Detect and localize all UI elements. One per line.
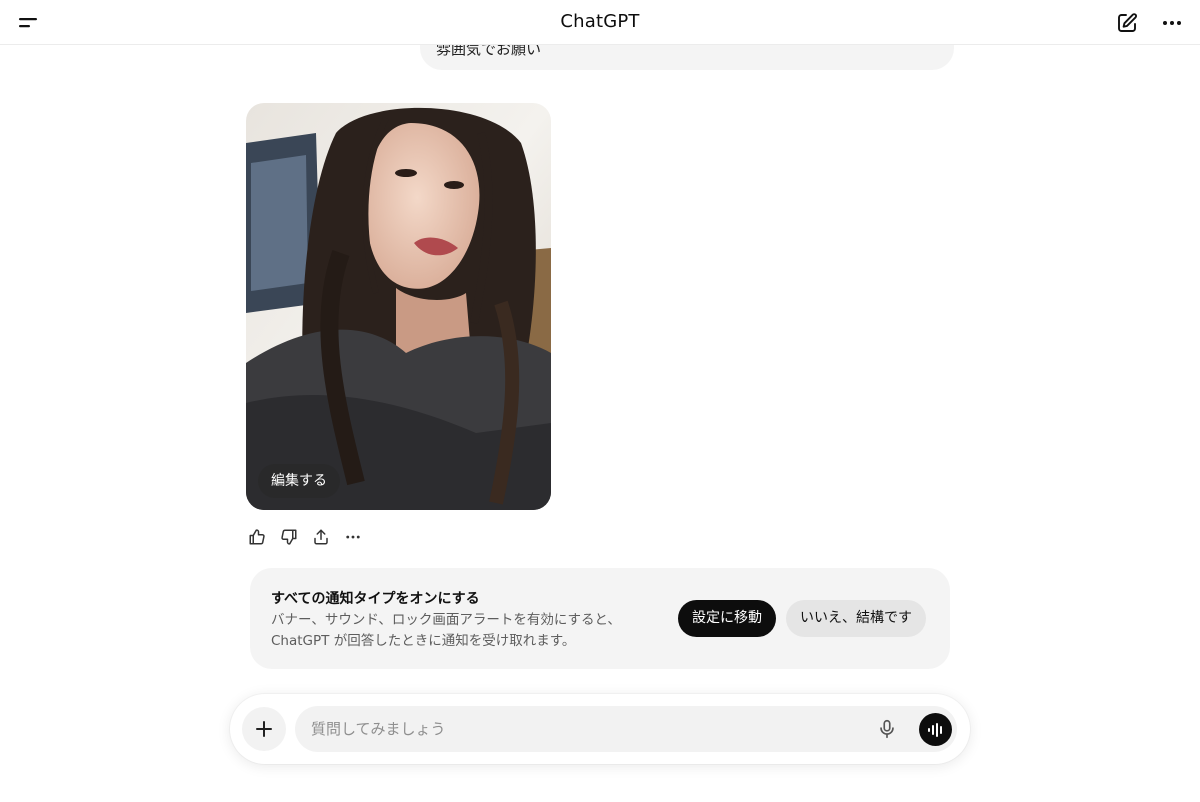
more-icon[interactable] [342, 526, 363, 547]
voice-mode-icon[interactable] [919, 713, 952, 746]
new-chat-icon[interactable] [1115, 11, 1139, 35]
notification-prompt-body-line: バナー、サウンド、ロック画面アラートを有効にすると、 [271, 612, 621, 628]
portrait-photo [246, 103, 551, 510]
generated-image[interactable]: 編集する [246, 103, 551, 510]
thumbs-down-icon[interactable] [278, 526, 299, 547]
notification-prompt-card: すべての通知タイプをオンにする バナー、サウンド、ロック画面アラートを有効にする… [250, 568, 950, 669]
share-icon[interactable] [310, 526, 331, 547]
plus-icon[interactable] [242, 707, 286, 751]
prompt-input[interactable] [311, 706, 851, 752]
go-to-settings-button[interactable]: 設定に移動 [678, 600, 776, 637]
message-actions [246, 526, 363, 548]
dismiss-button[interactable]: いいえ、結構です [786, 600, 926, 637]
notification-prompt-body-line: ChatGPT が回答したときに通知を受け取れます。 [271, 633, 576, 649]
microphone-icon[interactable] [876, 718, 898, 740]
notification-prompt-body: バナー、サウンド、ロック画面アラートを有効にすると、 ChatGPT が回答した… [271, 610, 661, 652]
top-bar: ChatGPT [0, 0, 1200, 45]
prompt-input-container [295, 706, 957, 752]
more-options-icon[interactable] [1160, 12, 1184, 34]
message-composer [230, 694, 970, 764]
notification-prompt-title: すべての通知タイプをオンにする [271, 591, 480, 607]
page-title: ChatGPT [560, 11, 640, 32]
thumbs-up-icon[interactable] [246, 526, 267, 547]
edit-image-button[interactable]: 編集する [258, 464, 340, 498]
